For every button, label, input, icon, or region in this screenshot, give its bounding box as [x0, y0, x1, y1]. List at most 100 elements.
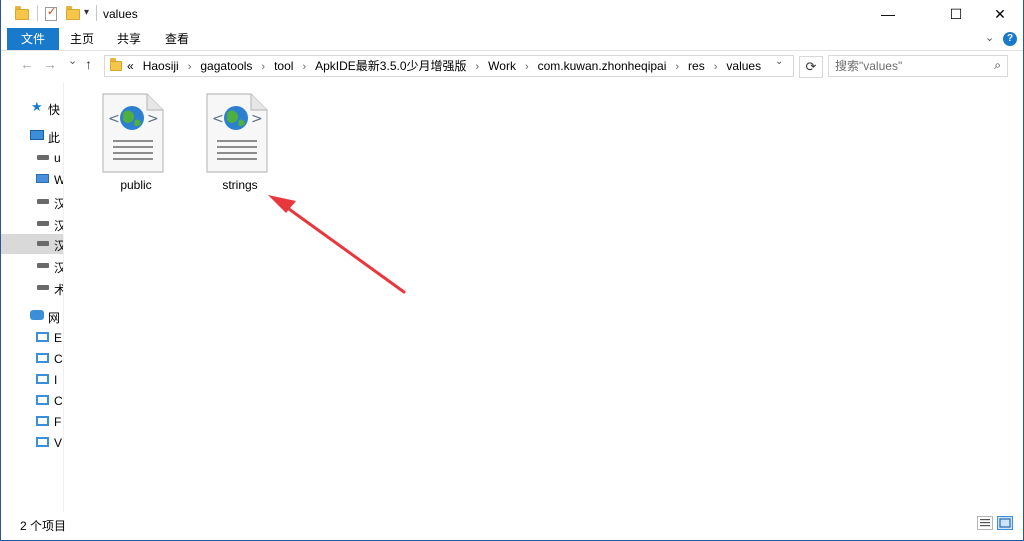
drive-icon [37, 285, 49, 290]
breadcrumb-item[interactable]: tool [274, 59, 293, 73]
nav-item-label: 汉 [54, 259, 63, 276]
drive-icon [37, 263, 49, 268]
nav-item-label: W [54, 173, 63, 187]
nav-item-label: I [54, 373, 58, 387]
breadcrumb-item[interactable]: Haosiji [143, 59, 179, 73]
refresh-button[interactable]: ⟳ [799, 56, 823, 78]
star-icon: ★ [31, 99, 43, 114]
nav-item-label: 网 [48, 311, 61, 325]
nav-item-quick-access[interactable]: ★ 快 [1, 98, 63, 118]
drive-icon [37, 241, 49, 246]
nav-item-this-pc[interactable]: 此 [1, 126, 63, 146]
tab-file[interactable]: 文件 [7, 28, 59, 50]
nav-item-label: 汉 [54, 217, 63, 234]
navigation-pane: ★ 快 此 u W 汉 汉 汉 汉 [1, 82, 64, 512]
breadcrumb-separator[interactable]: › [261, 61, 265, 73]
nav-item-computer[interactable]: I [1, 370, 63, 390]
new-folder-icon[interactable] [66, 6, 80, 20]
quick-access-dropdown-icon[interactable]: ▾ [84, 7, 89, 18]
nav-item-drive[interactable]: 汉 [1, 214, 63, 234]
nav-item-computer[interactable]: E [1, 328, 63, 348]
tab-share[interactable]: 共享 [117, 28, 141, 50]
nav-item-label: F [54, 415, 62, 429]
nav-item-drive-selected[interactable]: 汉 [1, 234, 63, 254]
ribbon-tabs: 文件 主页 共享 查看 ⌄ ? [1, 28, 1023, 51]
tab-view[interactable]: 查看 [165, 28, 189, 50]
close-button[interactable]: ✕ [977, 0, 1023, 28]
nav-item-label: C [54, 352, 63, 366]
monitor-icon [36, 395, 49, 405]
details-view-button[interactable] [977, 516, 993, 530]
maximize-button[interactable]: ☐ [933, 0, 979, 28]
title-bar: ▾ values — ☐ ✕ [1, 0, 1023, 28]
drive-icon [37, 155, 49, 160]
minimize-button[interactable]: — [865, 0, 911, 28]
folder-icon [15, 6, 29, 20]
up-button[interactable]: ↑ [85, 56, 92, 72]
breadcrumb-separator[interactable]: › [188, 61, 192, 73]
breadcrumb: « Haosiji › gagatools › tool › ApkIDE最新3.5.0少月增… [127, 56, 761, 76]
nav-item-drive[interactable]: 术 [1, 278, 63, 298]
breadcrumb-separator[interactable]: › [476, 61, 480, 73]
breadcrumb-item[interactable]: Work [488, 59, 516, 73]
forward-button[interactable]: → [43, 56, 57, 72]
breadcrumb-overflow[interactable]: « [127, 59, 134, 73]
nav-item-computer[interactable]: F [1, 412, 63, 432]
properties-icon[interactable] [45, 5, 57, 21]
monitor-icon [36, 332, 49, 342]
drive-icon [37, 221, 49, 226]
item-count: 2 个项目 [20, 519, 67, 533]
nav-item-label: E [54, 331, 63, 345]
window-title: values [103, 7, 138, 21]
pc-icon [30, 130, 44, 140]
tab-home[interactable]: 主页 [70, 28, 94, 50]
nav-item-label: 汉 [54, 195, 63, 212]
nav-item-label: 快 [48, 103, 61, 117]
breadcrumb-separator[interactable]: › [302, 61, 306, 73]
search-input[interactable] [835, 58, 983, 74]
breadcrumb-item[interactable]: com.kuwan.zhonheqipai [538, 59, 667, 73]
search-icon[interactable]: ⌕ [994, 58, 1001, 73]
nav-item-computer[interactable]: V [1, 433, 63, 453]
breadcrumb-separator[interactable]: › [525, 61, 529, 73]
search-box[interactable]: ⌕ [828, 55, 1008, 77]
breadcrumb-item-current[interactable]: values [726, 59, 761, 73]
monitor-icon [36, 353, 49, 363]
nav-item-drive[interactable]: 汉 [1, 256, 63, 276]
back-button[interactable]: ← [20, 56, 34, 72]
nav-item-label: 术 [54, 281, 63, 298]
breadcrumb-item[interactable]: res [688, 59, 705, 73]
drive-icon [37, 199, 49, 204]
nav-item-computer[interactable]: C [1, 391, 63, 411]
status-bar: 2 个项目 [1, 512, 1023, 540]
address-dropdown-icon[interactable]: ⌄ [775, 56, 783, 67]
network-drive-icon [36, 174, 49, 183]
address-folder-icon [110, 58, 122, 71]
breadcrumb-separator[interactable]: › [675, 61, 679, 73]
file-list[interactable]: < > public < > strings [64, 82, 1022, 512]
address-bar[interactable]: « Haosiji › gagatools › tool › ApkIDE最新3.5.0少月增… [104, 55, 794, 77]
annotation-arrow [268, 195, 406, 294]
nav-item-label: C [54, 394, 63, 408]
network-icon [30, 310, 44, 320]
ribbon-expand-icon[interactable]: ⌄ [985, 31, 994, 44]
large-icons-view-button[interactable] [997, 516, 1013, 530]
title-divider-2 [96, 5, 97, 21]
nav-item-network[interactable]: 网 [1, 306, 63, 326]
breadcrumb-item[interactable]: ApkIDE最新3.5.0少月增强版 [315, 59, 466, 73]
recent-locations-button[interactable]: ⌄ [68, 54, 77, 67]
breadcrumb-item[interactable]: gagatools [200, 59, 252, 73]
nav-item-computer[interactable]: C [1, 349, 63, 369]
nav-item-label: 此 [48, 131, 61, 145]
nav-item-label: u [54, 151, 61, 165]
monitor-icon [36, 374, 49, 384]
nav-item-label: V [54, 436, 63, 450]
title-divider [37, 5, 38, 21]
nav-item-drive[interactable]: u [1, 148, 63, 168]
breadcrumb-separator[interactable]: › [714, 61, 718, 73]
help-icon[interactable]: ? [1003, 32, 1017, 46]
nav-item-drive[interactable]: 汉 [1, 192, 63, 212]
monitor-icon [36, 437, 49, 447]
nav-item-label: 汉 [54, 237, 63, 254]
nav-item-network-drive[interactable]: W [1, 170, 63, 190]
